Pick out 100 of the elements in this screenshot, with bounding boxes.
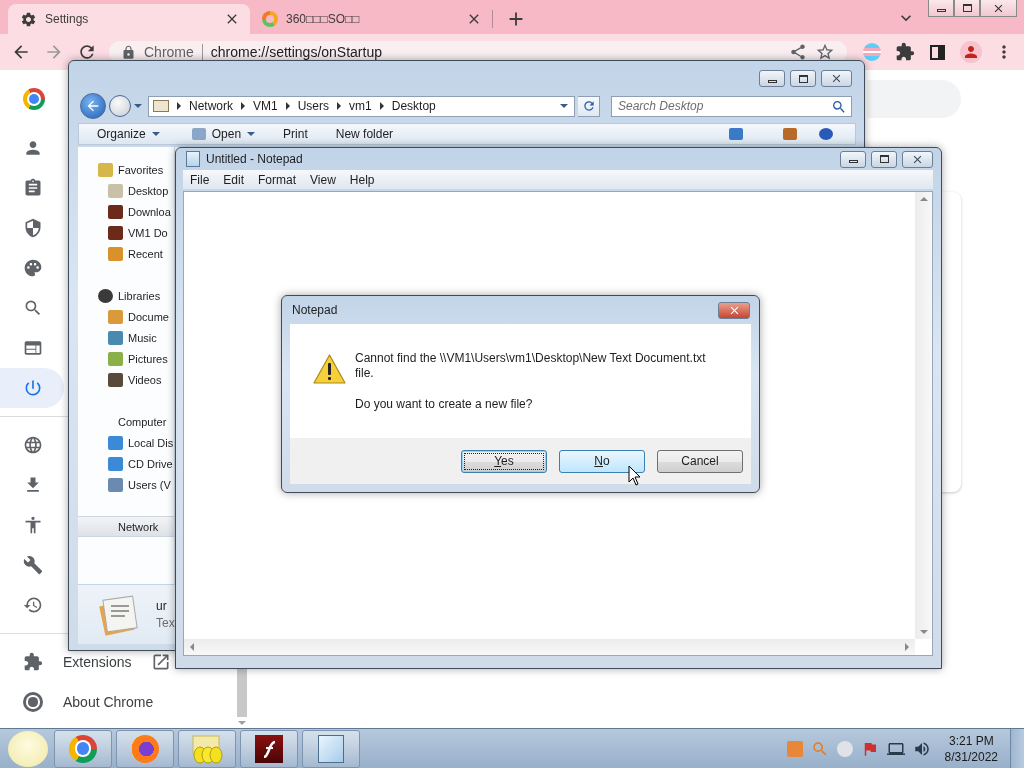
minimize-button[interactable] — [928, 0, 954, 17]
clock-date: 8/31/2022 — [944, 749, 998, 764]
dialog-button[interactable]: No — [559, 449, 645, 473]
search-icon — [23, 298, 43, 318]
nav-item[interactable]: Music — [78, 327, 174, 348]
restore-button[interactable] — [954, 0, 980, 17]
power-icon — [23, 378, 43, 398]
minimize-button[interactable] — [759, 70, 785, 87]
caret-icon[interactable] — [560, 104, 568, 108]
back-button[interactable] — [80, 93, 106, 119]
gear-icon — [20, 10, 37, 28]
breadcrumb-item[interactable]: vm1 — [349, 99, 372, 113]
dialog-button[interactable]: Yes — [461, 449, 547, 473]
scrollbar-thumb[interactable] — [237, 669, 247, 717]
menu-item[interactable]: Help — [342, 172, 382, 187]
group-label: Favorites — [118, 163, 164, 176]
close-button[interactable] — [902, 150, 933, 168]
clipboard-icon — [23, 178, 43, 198]
breadcrumb-item[interactable]: VM1 — [253, 99, 278, 113]
menu-item[interactable]: Format — [251, 172, 304, 187]
nav-item[interactable]: Desktop — [78, 180, 174, 201]
nav-item[interactable]: VM1 Do — [78, 222, 174, 243]
horizontal-scrollbar[interactable] — [184, 639, 915, 655]
item-label: Users (V — [128, 478, 171, 491]
menu-item[interactable]: File — [183, 172, 217, 187]
chrome-icon — [23, 692, 43, 712]
maximize-button[interactable] — [871, 150, 897, 168]
sidebar-item[interactable] — [0, 368, 64, 408]
clock-time: 3:21 PM — [948, 733, 994, 748]
address-field[interactable]: Network VM1 Users vm1 Desktop — [148, 95, 575, 117]
address-bar[interactable]: Chrome chrome://settings/onStartup — [109, 41, 847, 63]
nav-item[interactable]: Downloa — [78, 201, 174, 222]
item-label: Recent — [128, 247, 163, 260]
nav-item[interactable]: Videos — [78, 369, 174, 390]
item-icon — [108, 204, 123, 219]
nav-group[interactable]: Favorites — [78, 159, 174, 180]
breadcrumb-item[interactable]: Desktop — [391, 99, 436, 113]
refresh-button[interactable] — [578, 95, 600, 117]
close-button[interactable] — [980, 0, 1017, 17]
nav-group[interactable]: Network — [78, 516, 174, 537]
sidebar-link[interactable]: Extensions — [0, 652, 172, 672]
item-icon — [108, 246, 123, 261]
minimize-button[interactable] — [840, 150, 866, 168]
notepad-icon — [186, 151, 200, 167]
chrome-logo — [23, 88, 45, 110]
file-type: Tex — [156, 616, 175, 630]
browser-tab[interactable]: 360□□□SO□□ — [250, 4, 492, 34]
item-icon — [108, 435, 123, 450]
firefox-icon — [131, 734, 159, 763]
search-icon — [831, 98, 847, 115]
clock[interactable]: 3:21 PM 8/31/2022 — [944, 733, 998, 764]
dialog-button[interactable]: Cancel — [657, 449, 743, 473]
lock-icon — [121, 44, 136, 60]
nav-item[interactable]: Pictures — [78, 348, 174, 369]
breadcrumb-item[interactable]: Network — [189, 99, 233, 113]
share-icon[interactable] — [789, 43, 807, 61]
start-button[interactable] — [8, 730, 48, 767]
item-label: Pictures — [128, 352, 168, 365]
show-desktop-button[interactable] — [1010, 728, 1024, 768]
vertical-scrollbar[interactable] — [915, 192, 932, 639]
site-name: Chrome — [144, 44, 194, 60]
browser-tab[interactable]: Settings — [8, 4, 250, 34]
menu-item[interactable]: View — [303, 172, 343, 187]
nav-item[interactable]: Users (V — [78, 474, 174, 495]
search-field[interactable]: Search Desktop — [611, 95, 852, 117]
nav-item[interactable]: Local Dis — [78, 432, 174, 453]
puzzle-icon — [23, 652, 43, 672]
back-arrow-icon — [85, 98, 101, 114]
sidebar-link[interactable]: About Chrome — [0, 692, 154, 712]
forward-button[interactable] — [109, 95, 131, 117]
nav-item[interactable]: Docume — [78, 306, 174, 327]
chevron-icon — [241, 102, 245, 110]
browser-window-icon — [23, 338, 43, 358]
close-button[interactable] — [718, 301, 750, 319]
flash-icon — [255, 734, 283, 763]
item-label: Downloa — [128, 205, 171, 218]
maximize-button[interactable] — [790, 70, 816, 87]
chevron-icon — [177, 102, 181, 110]
item-label: Videos — [128, 373, 162, 386]
caret-icon[interactable] — [134, 104, 142, 108]
nav-item[interactable]: Recent — [78, 243, 174, 264]
item-icon — [108, 372, 123, 387]
nav-group[interactable]: Computer — [78, 411, 174, 432]
breadcrumb-item[interactable]: Users — [297, 99, 330, 113]
group-label: Libraries — [118, 289, 161, 302]
warning-icon — [313, 354, 346, 384]
toolbar-button[interactable]: Organize — [79, 127, 178, 141]
search-field[interactable] — [867, 80, 961, 118]
chevron-icon — [285, 102, 290, 110]
toolbar-button[interactable]: Open — [177, 127, 270, 141]
group-label: Computer — [118, 415, 167, 428]
nav-group[interactable]: Libraries — [78, 285, 174, 306]
nav-item[interactable]: CD Drive — [78, 453, 174, 474]
star-icon[interactable] — [815, 42, 835, 62]
taskbar-button[interactable] — [240, 729, 298, 768]
item-label: CD Drive — [128, 457, 173, 470]
menu-item[interactable]: Edit — [216, 172, 252, 187]
toolbar-button[interactable]: New folder — [321, 127, 408, 141]
close-button[interactable] — [821, 70, 852, 87]
toolbar-button[interactable]: Print — [269, 127, 322, 141]
